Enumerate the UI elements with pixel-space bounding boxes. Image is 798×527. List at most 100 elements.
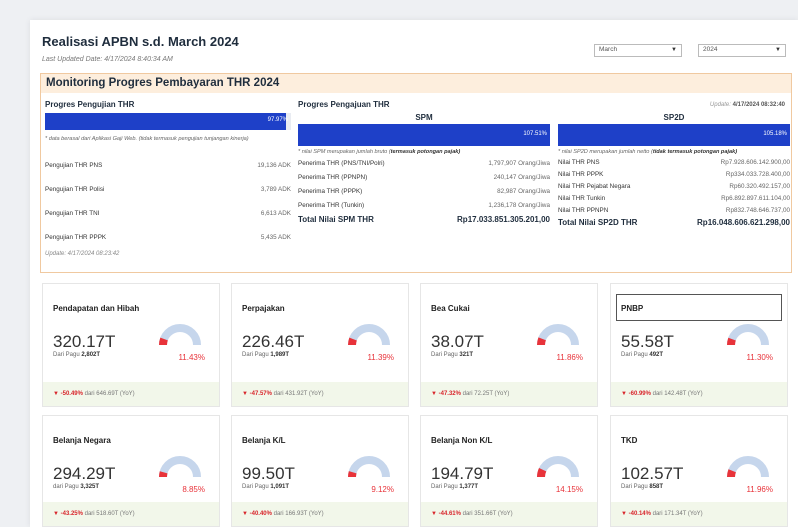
- kpi-card-title: Bea Cukai: [431, 304, 470, 313]
- kpi-card-value: 320.17T: [53, 332, 116, 351]
- spm-row: Penerima THR (Tunkin) 1,236,178 Orang/Jiw…: [298, 198, 550, 212]
- pengajuan-title: Progres Pengajuan THR: [298, 100, 390, 109]
- sp2d-progress-fill: [558, 124, 790, 146]
- sp2d-total-value: Rp16.048.606.621.298,00: [697, 218, 790, 227]
- kpi-card-yoy-value: -47.57%: [249, 391, 272, 397]
- kpi-card-pagu-label: dari Pagu: [53, 484, 81, 490]
- spm-row-label: Penerima THR (PPPK): [298, 187, 363, 195]
- sp2d-note-bold: tidak termasuk potongan pajak): [652, 149, 738, 155]
- kpi-card-yoy-value: -44.61%: [438, 511, 461, 517]
- kpi-card-pagu-value: 492T: [649, 352, 664, 358]
- kpi-card[interactable]: PNBP 55.58T Dari Pagu 492T 11.30% ▼ -60.99% …: [610, 283, 788, 407]
- triangle-down-icon: ▼: [53, 391, 61, 397]
- dashboard: Realisasi APBN s.d. March 2024 Last Upda…: [30, 20, 798, 527]
- kpi-card-value: 102.57T: [621, 464, 684, 483]
- gauge-fill: [727, 469, 736, 478]
- sp2d-row: Nilai THR Pejabat Negara Rp60.320.492.157…: [558, 180, 790, 192]
- sp2d-row-label: Nilai THR PPPK: [558, 170, 604, 178]
- pengujian-row-value: 6,613 ADK: [260, 209, 291, 217]
- thr-panel: Monitoring Progres Pembayaran THR 2024 P…: [40, 73, 792, 273]
- kpi-card[interactable]: TKD 102.57T Dari Pagu 858T 11.96% ▼ -40.14% …: [610, 415, 788, 527]
- chevron-down-icon: ▼: [775, 47, 781, 53]
- kpi-card-pagu: Dari Pagu 321T: [431, 352, 473, 358]
- kpi-card-yoy-text: dari 431.92T (YoY): [271, 391, 324, 397]
- gauge-track: [727, 456, 769, 478]
- kpi-card-yoy-value: -43.25%: [60, 511, 83, 517]
- kpi-card-pagu: dari Pagu 3,325T: [53, 484, 99, 490]
- kpi-card-pagu-label: Dari Pagu: [431, 484, 460, 490]
- kpi-card-pagu: Dari Pagu 2,802T: [53, 352, 100, 358]
- kpi-card[interactable]: Belanja K/L 99.50T Dari Pagu 1,091T 9.12% ▼ …: [231, 415, 409, 527]
- month-select[interactable]: March ▼: [594, 44, 682, 57]
- gauge-track: [159, 456, 201, 478]
- kpi-card[interactable]: Perpajakan 226.46T Dari Pagu 1,989T 11.39% ▼…: [231, 283, 409, 407]
- gauge-chart: [348, 324, 390, 346]
- gauge-chart: [158, 456, 201, 478]
- sp2d-row-value: Rp7.928.606.142.900,00: [720, 158, 790, 166]
- kpi-card-yoy: ▼ -40.40% dari 166.93T (YoY): [232, 502, 408, 526]
- kpi-card[interactable]: Belanja Negara 294.29T dari Pagu 3,325T 8.8…: [42, 415, 220, 527]
- pengujian-row-value: 3,789 ADK: [260, 185, 291, 193]
- thr-title: Monitoring Progres Pembayaran THR 2024: [41, 74, 791, 93]
- pengajuan-update-label: Update:: [709, 102, 731, 108]
- kpi-card-pagu-value: 858T: [649, 484, 664, 490]
- kpi-card-percent: 11.39%: [367, 353, 394, 362]
- year-select[interactable]: 2024 ▼: [698, 44, 786, 57]
- sp2d-total: Total Nilai SP2D THR Rp16.048.606.621.29…: [558, 218, 790, 227]
- kpi-card-yoy-text: dari 351.66T (YoY): [460, 511, 513, 517]
- pengujian-row-label: Pengujian THR PNS: [45, 161, 103, 169]
- gauge-track: [348, 456, 390, 478]
- spm-note-text: * nilai SPM merupakan jumlah bruto (: [298, 149, 391, 155]
- kpi-card-title: PNBP: [621, 304, 644, 313]
- kpi-card[interactable]: Pendapatan dan Hibah 320.17T Dari Pagu 2,8…: [42, 283, 220, 407]
- kpi-card-yoy-value: -40.40%: [249, 511, 272, 517]
- month-select-value: March: [599, 46, 618, 53]
- sp2d-progress-bar: 105.18%: [558, 124, 790, 146]
- triangle-down-icon: ▼: [621, 391, 629, 397]
- kpi-card-pagu-value: 1,989T: [270, 352, 290, 358]
- spm-row-value: 1,236,178 Orang/Jiwa: [488, 201, 550, 209]
- spm-percent: 107.51%: [523, 131, 547, 137]
- gauge-track: [348, 324, 390, 346]
- kpi-card-value: 99.50T: [242, 464, 295, 483]
- kpi-card-pagu-label: Dari Pagu: [242, 352, 271, 358]
- sp2d-row: Nilai THR PNS Rp7.928.606.142.900,00: [558, 156, 790, 168]
- sp2d-row-value: Rp60.320.492.157,00: [729, 182, 790, 190]
- kpi-card[interactable]: Belanja Non K/L 194.79T Dari Pagu 1,377T 14…: [420, 415, 598, 527]
- gauge-fill: [158, 337, 168, 346]
- kpi-card-title: Perpajakan: [242, 304, 285, 313]
- gauge-track: [159, 324, 201, 346]
- triangle-down-icon: ▼: [53, 511, 61, 517]
- gauge-chart: [536, 456, 579, 478]
- pengujian-update: Update: 4/17/2024 08:23:42: [45, 251, 120, 257]
- kpi-card-pagu-label: Dari Pagu: [242, 484, 271, 490]
- kpi-card-yoy-text: dari 518.60T (YoY): [82, 511, 135, 517]
- pengujian-rows: Pengujian THR PNS 19,136 ADK Pengujian THR…: [45, 153, 291, 249]
- kpi-card-pagu-label: Dari Pagu: [621, 484, 650, 490]
- spm-row: Penerima THR (PPPK) 82,987 Orang/Jiwa: [298, 184, 550, 198]
- triangle-down-icon: ▼: [242, 391, 250, 397]
- kpi-card-value: 38.07T: [431, 332, 484, 351]
- pengujian-section: Progres Pengujian THR 97.97% * data bera…: [45, 100, 291, 257]
- gauge-chart: [158, 324, 201, 346]
- pengujian-percent: 97.97%: [267, 117, 288, 123]
- pengajuan-update-value: 4/17/2024 08:32:40: [732, 102, 785, 108]
- kpi-card[interactable]: Bea Cukai 38.07T Dari Pagu 321T 11.86% ▼ -47…: [420, 283, 598, 407]
- kpi-card-yoy-value: -60.99%: [628, 391, 651, 397]
- spm-note-bold: termasuk potongan pajak): [390, 149, 461, 155]
- kpi-card-pagu: Dari Pagu 1,377T: [431, 484, 478, 490]
- sp2d-note: * nilai SP2D merupakan jumlah netto (tid…: [558, 148, 790, 156]
- kpi-card-yoy: ▼ -60.99% dari 142.48T (YoY): [611, 382, 787, 406]
- triangle-down-icon: ▼: [242, 511, 250, 517]
- kpi-card-percent: 8.85%: [182, 485, 205, 494]
- pengujian-row: Pengujian THR TNI 6,613 ADK: [45, 201, 291, 225]
- spm-row-label: Penerima THR (PNS/TNI/Polri): [298, 159, 385, 167]
- spm-row: Penerima THR (PPNPN) 240,147 Orang/Jiwa: [298, 170, 550, 184]
- kpi-card-percent: 11.86%: [556, 353, 583, 362]
- spm-total: Total Nilai SPM THR Rp17.033.851.305.201…: [298, 215, 550, 224]
- sp2d-total-label: Total Nilai SP2D THR: [558, 218, 638, 227]
- gauge-fill: [727, 337, 736, 346]
- spm-total-value: Rp17.033.851.305.201,00: [457, 215, 550, 224]
- gauge-fill: [536, 467, 547, 478]
- pengujian-row-value: 5,435 ADK: [260, 233, 291, 241]
